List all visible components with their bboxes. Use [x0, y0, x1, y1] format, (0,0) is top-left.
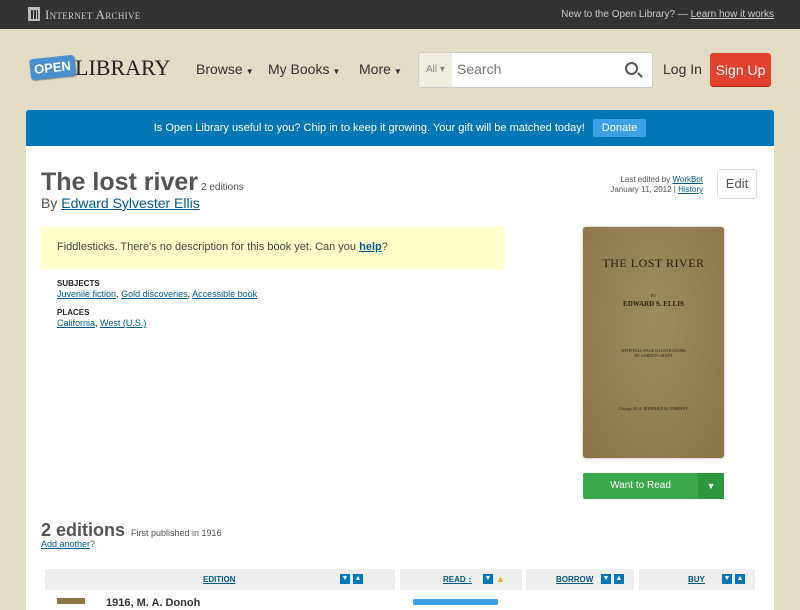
subject-link[interactable]: Accessible book: [192, 289, 257, 299]
sort-desc-icon[interactable]: ▼: [722, 574, 732, 584]
book-title: The lost river: [41, 168, 198, 196]
add-another: Add another?: [41, 539, 95, 549]
last-edited: Last edited by WorkBot January 11, 2012 |…: [610, 175, 703, 195]
help-link[interactable]: help: [359, 241, 382, 253]
sort-desc-icon[interactable]: ▼: [340, 574, 350, 584]
nav-more[interactable]: More ▼: [359, 61, 402, 77]
internet-archive-link[interactable]: Internet Archive: [28, 7, 141, 23]
caret-down-icon: ▼: [393, 67, 402, 76]
sort-read-link[interactable]: READ ↕: [443, 569, 472, 590]
sort-asc-icon[interactable]: ▲: [353, 574, 363, 584]
search-icon[interactable]: [625, 62, 638, 75]
learn-how-link[interactable]: Learn how it works: [691, 9, 774, 20]
want-to-read-label: Want to Read: [610, 480, 671, 491]
archive-building-icon: [28, 7, 40, 21]
edition-row-title[interactable]: 1916, M. A. Donoh: [106, 597, 200, 609]
signup-button[interactable]: Sign Up: [710, 53, 771, 87]
donation-banner: Is Open Library useful to you? Chip in t…: [26, 110, 774, 146]
subjects-label: SUBJECTS: [57, 279, 100, 288]
search-bar: All ▾: [418, 52, 653, 88]
author-link[interactable]: Edward Sylvester Ellis: [61, 195, 200, 211]
want-to-read-button[interactable]: Want to Read ▼: [583, 473, 724, 499]
page-title: The lost river 2 editions: [41, 168, 244, 197]
add-another-link[interactable]: Add another: [41, 539, 90, 549]
place-link[interactable]: California: [57, 318, 95, 328]
sort-edition-link[interactable]: EDITION: [203, 569, 235, 590]
edition-thumbnail[interactable]: [57, 598, 85, 604]
place-link[interactable]: West (U.S.): [100, 318, 146, 328]
sort-borrow-link[interactable]: BORROW: [556, 569, 593, 590]
search-input[interactable]: [457, 61, 617, 77]
book-cover[interactable]: THE LOST RIVER BY EDWARD S. ELLIS WITH F…: [583, 227, 724, 458]
banner-text: Is Open Library useful to you? Chip in t…: [153, 122, 585, 134]
scope-label: All: [426, 64, 438, 75]
sort-asc-icon[interactable]: ▲: [735, 574, 745, 584]
dropdown-caret-icon[interactable]: ▼: [698, 473, 724, 499]
sort-desc-icon[interactable]: ▼: [483, 574, 493, 584]
cover-subtitle: WITH FULL-PAGE ILLUSTRATIONS BY GORDON G…: [621, 348, 686, 358]
donate-button[interactable]: Donate: [592, 119, 647, 137]
desc-text: Fiddlesticks. There's no description for…: [57, 241, 357, 253]
login-link[interactable]: Log In: [663, 61, 702, 77]
logo-library: LIBRARY: [75, 55, 171, 80]
cover-title: THE LOST RIVER: [602, 256, 705, 270]
places-label: PLACES: [57, 308, 90, 317]
new-text: New to the Open Library? —: [561, 9, 688, 20]
editions-title: 2 editions: [41, 520, 126, 540]
cover-author: EDWARD S. ELLIS: [623, 300, 684, 308]
last-edited-label: Last edited by: [620, 175, 671, 184]
main-content: Is Open Library useful to you? Chip in t…: [26, 110, 774, 610]
sort-buy-link[interactable]: BUY: [688, 569, 705, 590]
column-buy: BUY ▼ ▲: [639, 569, 755, 590]
history-link[interactable]: History: [678, 185, 703, 194]
nav-label: More: [359, 61, 391, 77]
description-box: Fiddlesticks. There's no description for…: [41, 227, 505, 269]
nav-browse[interactable]: Browse ▼: [196, 61, 254, 77]
editor-link[interactable]: WorkBot: [672, 175, 703, 184]
cover-by: BY: [650, 293, 657, 298]
column-edition: EDITION ▼ ▲: [45, 569, 395, 590]
places-section: PLACES California, West (U.S.): [57, 308, 147, 328]
subject-link[interactable]: Gold discoveries: [121, 289, 188, 299]
column-borrow: BORROW ▼ ▲: [526, 569, 634, 590]
edit-button[interactable]: Edit: [717, 169, 757, 199]
nav-label: Browse: [196, 61, 243, 77]
nav-my-books[interactable]: My Books ▼: [268, 61, 340, 77]
desc-end: ?: [381, 241, 388, 253]
logo-open: OPEN: [29, 54, 76, 81]
caret-down-icon: ▼: [332, 67, 341, 76]
nav-label: My Books: [268, 61, 330, 77]
q-mark: ?: [90, 539, 96, 549]
search-scope-select[interactable]: All ▾: [419, 53, 452, 87]
caret-down-icon: ▼: [245, 67, 254, 76]
sort-asc-active-icon[interactable]: ▲: [496, 569, 505, 590]
new-user-notice: New to the Open Library? — Learn how it …: [561, 9, 774, 20]
by-label: By: [41, 195, 58, 211]
editions-heading: 2 editions First published in 1916: [41, 520, 222, 541]
first-published: First published in 1916: [131, 528, 222, 538]
subject-link[interactable]: Juvenile fiction: [57, 289, 116, 299]
top-bar: Internet Archive New to the Open Library…: [0, 0, 800, 29]
byline: By Edward Sylvester Ellis: [41, 195, 200, 211]
edit-date: January 11, 2012 |: [610, 185, 676, 194]
sort-asc-icon[interactable]: ▲: [614, 574, 624, 584]
sort-desc-icon[interactable]: ▼: [601, 574, 611, 584]
editions-count: 2 editions: [201, 182, 244, 193]
subjects-section: SUBJECTS Juvenile fiction, Gold discover…: [57, 279, 258, 299]
cover-publisher: Chicago M. A. DONOHUE & COMPANY: [618, 406, 689, 411]
column-read: READ ↕ ▼ ▲: [400, 569, 522, 590]
brand-text: Internet Archive: [45, 7, 141, 22]
